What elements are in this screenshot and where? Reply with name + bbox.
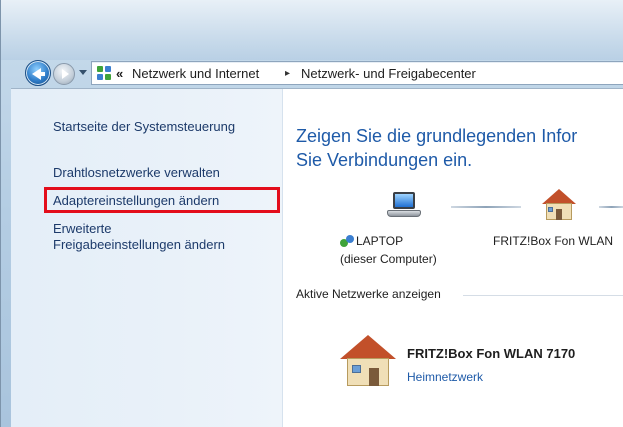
computer-name[interactable]: LAPTOP [356,234,403,248]
breadcrumb-separator-icon[interactable]: ▸ [285,68,290,79]
connection-line [451,206,521,208]
breadcrumb-item-freigabecenter[interactable]: Netzwerk- und Freigabecenter [301,66,476,81]
page-title-line2: Sie Verbindungen ein. [296,150,473,170]
control-panel-icon [96,65,112,81]
house-icon[interactable] [542,189,576,221]
window-frame: « Netzwerk und Internet ▸ Netzwerk- und … [0,0,623,427]
breadcrumb-item-netzwerk-internet[interactable]: Netzwerk und Internet [132,66,259,81]
connection-line-2 [599,206,623,208]
network-icon [340,235,354,247]
back-arrow-shaft [39,72,45,76]
sidebar-link-startseite[interactable]: Startseite der Systemsteuerung [53,119,235,135]
forward-arrow-icon [62,69,69,79]
forward-button[interactable] [53,63,75,85]
sidebar-link-drahtlosnetzwerke[interactable]: Drahtlosnetzwerke verwalten [53,165,220,181]
router-name[interactable]: FRITZ!Box Fon WLAN [493,234,613,248]
highlight-box [44,187,280,213]
sidebar-link-erweiterte-line2[interactable]: Freigabeeinstellungen ändern [53,237,225,253]
computer-sublabel: (dieser Computer) [340,252,437,266]
laptop-icon[interactable] [387,192,423,222]
sidebar-link-erweiterte-line1[interactable]: Erweiterte [53,221,112,237]
page-title-line1: Zeigen Sie die grundlegenden Infor [296,126,578,146]
breadcrumb-overflow[interactable]: « [116,66,123,81]
title-bar [1,0,623,60]
network-name: FRITZ!Box Fon WLAN 7170 [407,346,576,361]
address-bar[interactable]: « Netzwerk und Internet ▸ Netzwerk- und … [91,61,623,85]
sidebar: Startseite der Systemsteuerung Drahtlosn… [11,89,283,427]
section-divider [463,295,623,296]
active-networks-title: Aktive Netzwerke anzeigen [296,287,447,301]
recent-pages-chevron-icon[interactable] [79,70,87,75]
navigation-bar: « Netzwerk und Internet ▸ Netzwerk- und … [11,57,623,87]
content-pane: Startseite der Systemsteuerung Drahtlosn… [11,88,623,427]
back-button[interactable] [25,60,51,86]
network-type-link[interactable]: Heimnetzwerk [407,370,483,384]
home-network-icon [340,335,396,387]
main-area: Zeigen Sie die grundlegenden Infor Sie V… [283,89,623,427]
